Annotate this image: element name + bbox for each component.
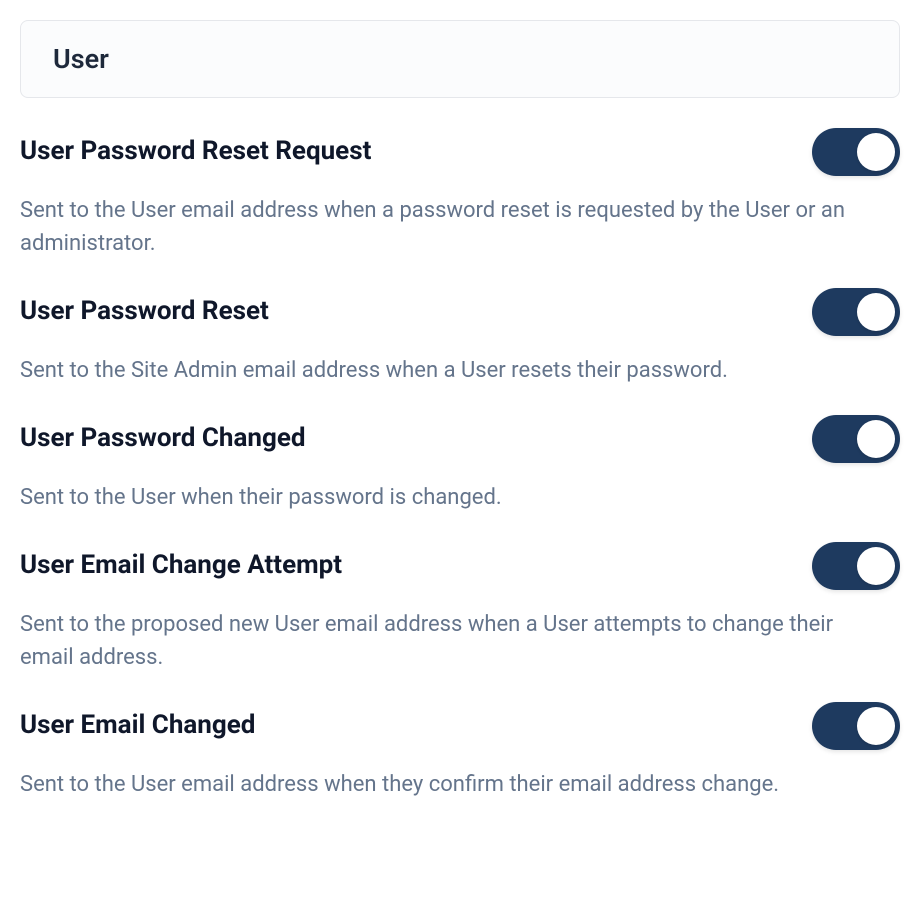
toggle-user-password-reset[interactable] [812, 288, 900, 336]
setting-description: Sent to the proposed new User email addr… [20, 608, 900, 674]
toggle-user-password-changed[interactable] [812, 415, 900, 463]
setting-description: Sent to the User email address when they… [20, 768, 900, 801]
toggle-user-email-changed[interactable] [812, 702, 900, 750]
setting-title: User Email Change Attempt [20, 550, 342, 581]
setting-description: Sent to the User email address when a pa… [20, 194, 900, 260]
setting-description: Sent to the Site Admin email address whe… [20, 354, 900, 387]
section-header: User [20, 20, 900, 98]
toggle-user-email-change-attempt[interactable] [812, 542, 900, 590]
setting-user-email-change-attempt: User Email Change Attempt Sent to the pr… [20, 542, 900, 674]
setting-description: Sent to the User when their password is … [20, 481, 900, 514]
setting-title: User Password Reset Request [20, 136, 371, 167]
setting-title: User Password Changed [20, 423, 306, 454]
setting-header: User Email Changed [20, 702, 900, 750]
setting-header: User Email Change Attempt [20, 542, 900, 590]
setting-title: User Email Changed [20, 710, 255, 741]
setting-user-password-reset-request: User Password Reset Request Sent to the … [20, 128, 900, 260]
section-title: User [53, 43, 109, 75]
setting-user-email-changed: User Email Changed Sent to the User emai… [20, 702, 900, 801]
setting-user-password-changed: User Password Changed Sent to the User w… [20, 415, 900, 514]
setting-header: User Password Reset Request [20, 128, 900, 176]
setting-header: User Password Reset [20, 288, 900, 336]
setting-title: User Password Reset [20, 296, 269, 327]
setting-user-password-reset: User Password Reset Sent to the Site Adm… [20, 288, 900, 387]
toggle-user-password-reset-request[interactable] [812, 128, 900, 176]
setting-header: User Password Changed [20, 415, 900, 463]
